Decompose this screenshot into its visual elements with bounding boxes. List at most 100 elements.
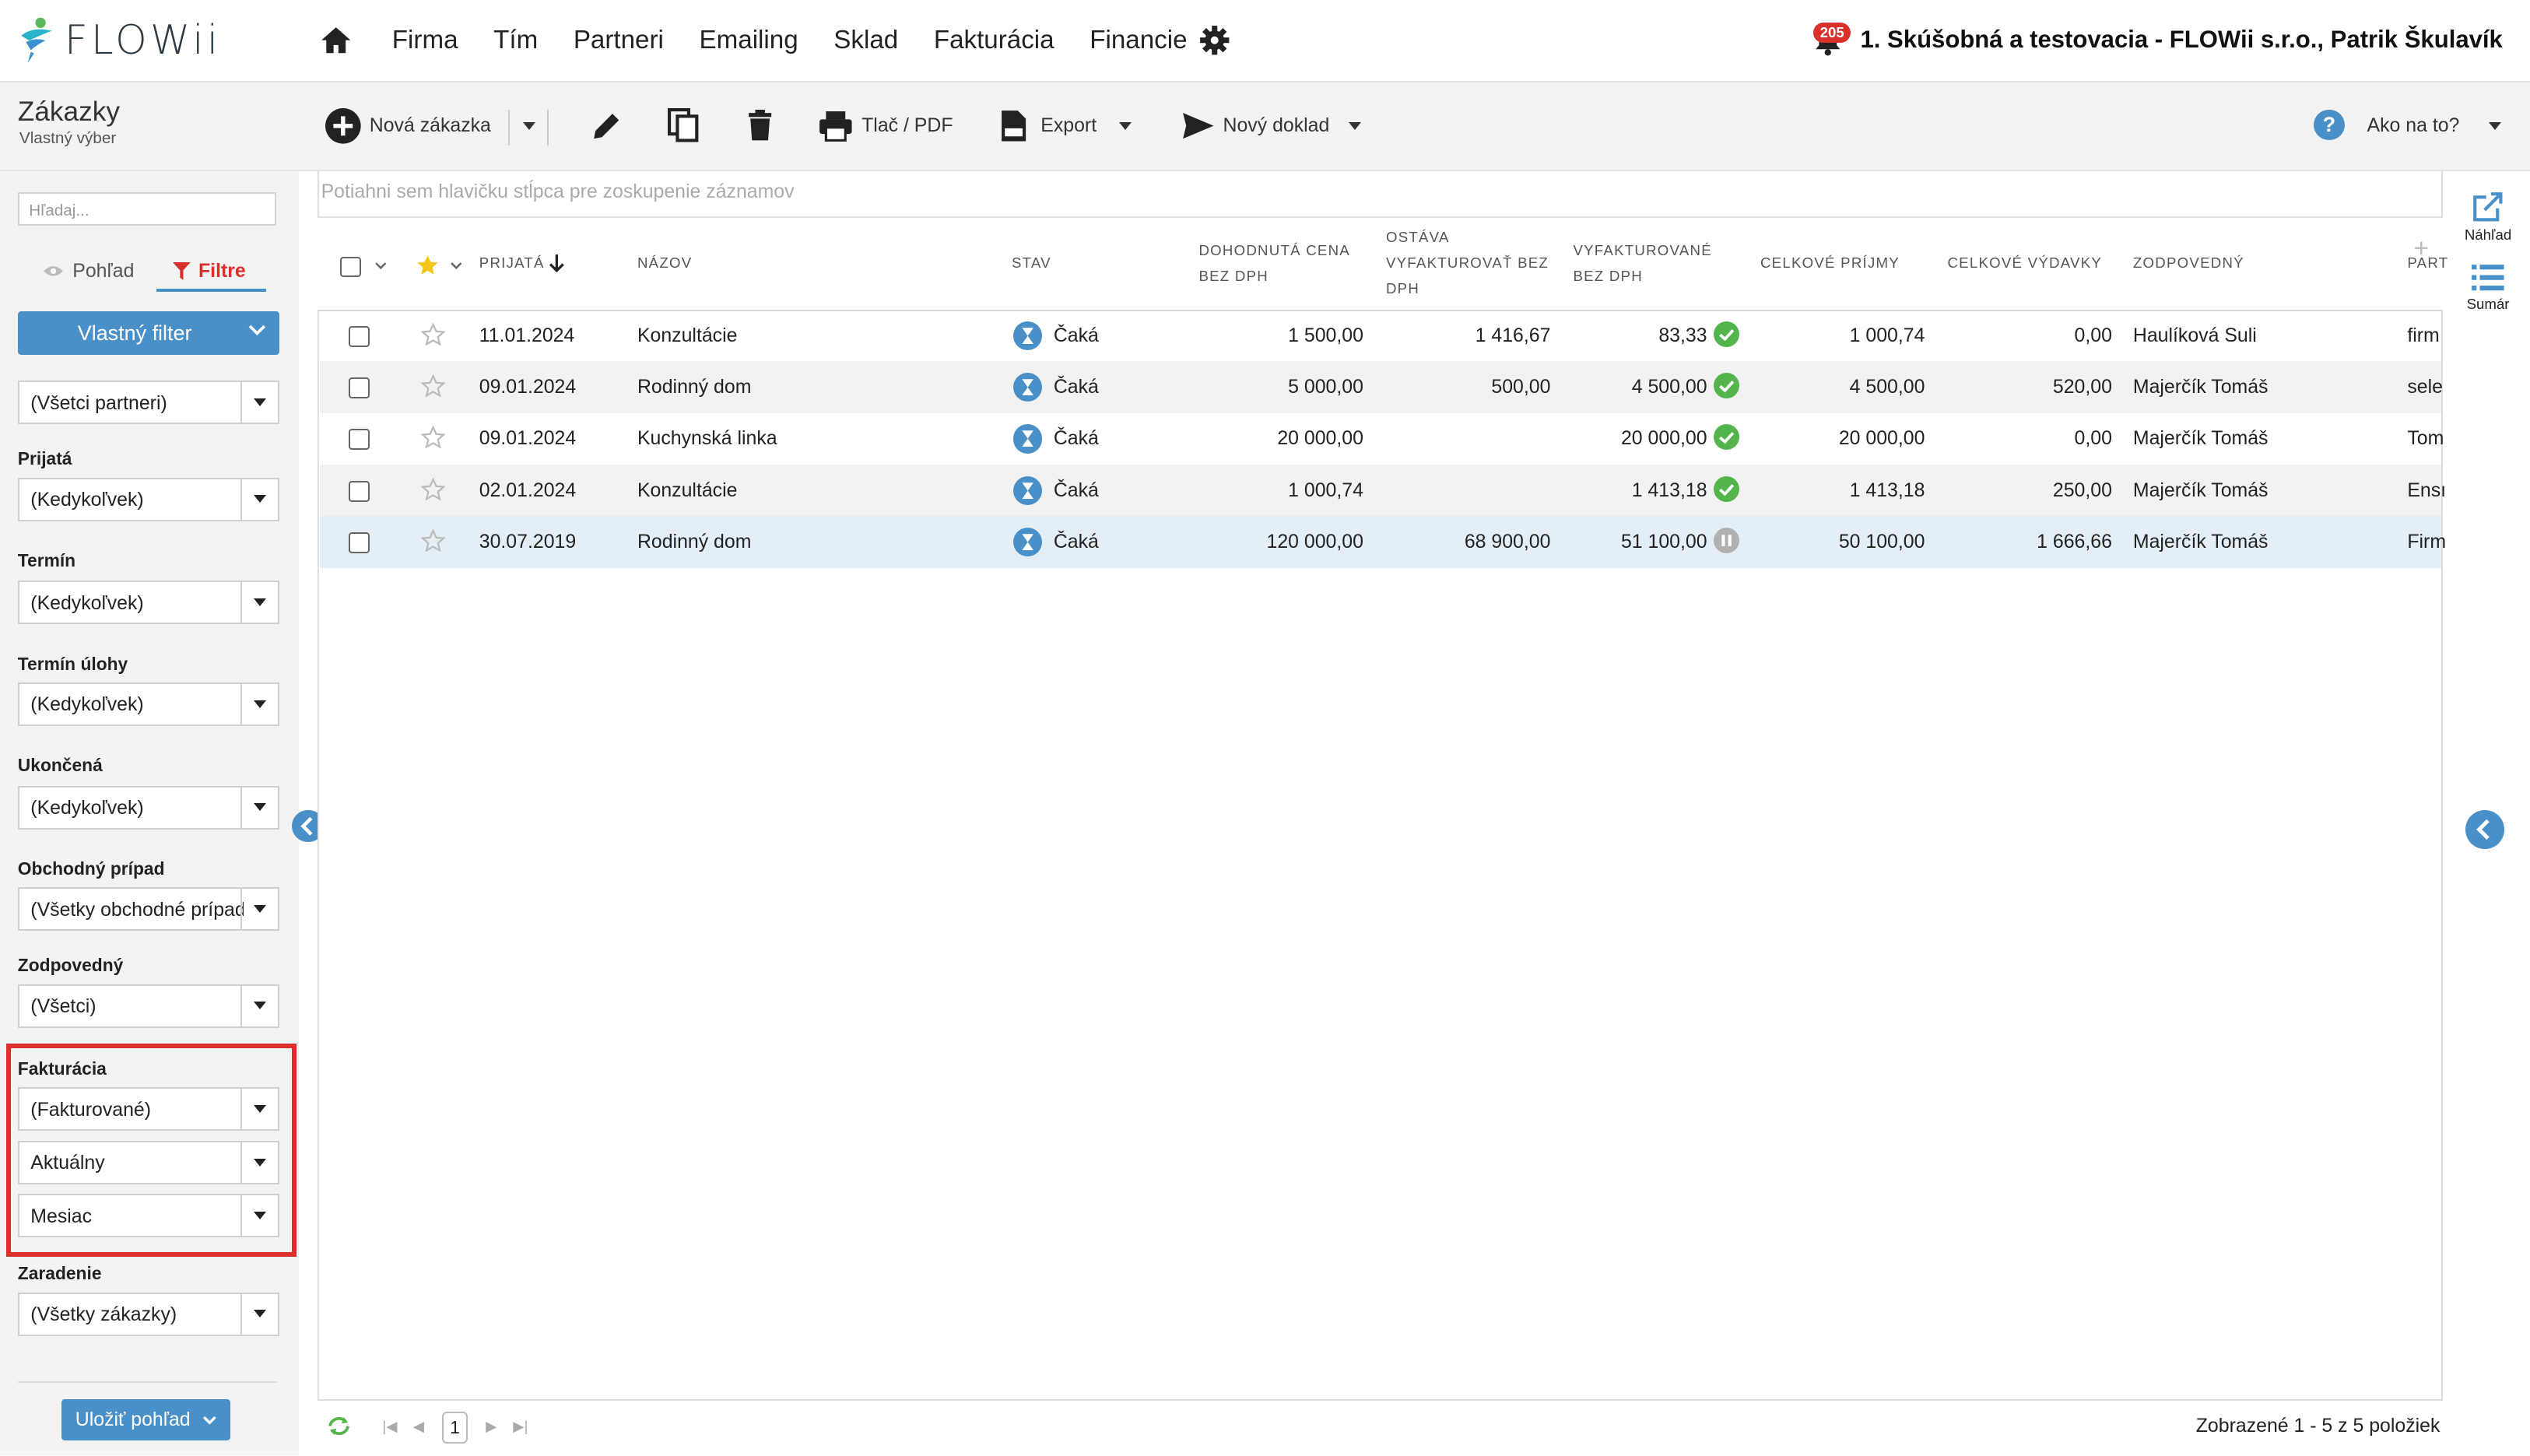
sidebar-search-input[interactable]: Hľadaj... xyxy=(17,191,276,226)
edit-button[interactable] xyxy=(591,105,623,147)
nav-item-financie[interactable]: Financie xyxy=(1090,26,1187,55)
finished-select[interactable]: (Kedykoľvek) xyxy=(17,785,279,830)
column-header-remaining[interactable]: Ostáva vyfakturovať bez DPH xyxy=(1386,224,1549,302)
print-pdf-label: Tlač / PDF xyxy=(861,114,953,137)
column-header-expenses[interactable]: Celkové výdavky xyxy=(1947,250,2102,275)
dropdown-arrow-icon[interactable] xyxy=(240,684,278,724)
new-document-button[interactable]: Nový doklad xyxy=(1181,105,1362,147)
select-all-checkbox[interactable] xyxy=(340,256,362,278)
page-number-input[interactable]: 1 xyxy=(442,1412,468,1444)
delete-button[interactable] xyxy=(746,105,774,147)
dropdown-arrow-icon[interactable] xyxy=(240,889,278,930)
row-checkbox[interactable] xyxy=(348,429,370,451)
dropdown-arrow-icon[interactable] xyxy=(240,582,278,623)
deadline-select[interactable]: (Kedykoľvek) xyxy=(17,581,279,625)
sort-desc-icon[interactable] xyxy=(549,253,565,274)
copy-button[interactable] xyxy=(668,105,700,147)
home-icon[interactable] xyxy=(320,26,352,54)
table-row[interactable]: 11.01.2024 Konzultácie Čaká 1 500,00 1 4… xyxy=(320,310,2441,361)
tab-view[interactable]: Pohľad xyxy=(42,260,134,282)
prev-page-icon[interactable]: ◀ xyxy=(413,1418,424,1435)
custom-filter-button[interactable]: Vlastný filter xyxy=(17,311,279,356)
nav-item-fakturacia[interactable]: Fakturácia xyxy=(934,26,1054,55)
filter-label-task-deadline: Termín úlohy xyxy=(17,653,128,674)
logo-text: FLOWii xyxy=(64,16,222,64)
group-by-hint[interactable]: Potiahni sem hlavičku stĺpca pre zoskupe… xyxy=(321,181,795,203)
plus-circle-icon xyxy=(325,107,361,144)
nav-item-emailing[interactable]: Emailing xyxy=(700,26,798,55)
column-header-responsible[interactable]: Zodpovedný xyxy=(2133,250,2244,275)
dropdown-arrow-icon[interactable] xyxy=(240,787,278,828)
dropdown-arrow-icon[interactable] xyxy=(240,985,278,1026)
new-order-dropdown[interactable] xyxy=(516,105,535,147)
column-header-remaining-line3: DPH xyxy=(1385,280,1420,297)
star-outline-icon[interactable] xyxy=(421,529,446,553)
dropdown-arrow-icon[interactable] xyxy=(240,1293,278,1335)
print-pdf-button[interactable]: Tlač / PDF xyxy=(818,105,953,147)
row-checkbox[interactable] xyxy=(348,377,370,398)
last-page-icon[interactable]: ▶| xyxy=(513,1418,528,1435)
add-column-icon[interactable]: + xyxy=(2414,234,2429,264)
partners-select[interactable]: (Všetci partneri) xyxy=(17,381,279,425)
dropdown-arrow-icon[interactable] xyxy=(240,479,278,520)
filter-label-finished: Ukončená xyxy=(17,755,103,776)
notification-badge[interactable]: 205 xyxy=(1813,23,1851,44)
column-header-invoiced[interactable]: Vyfakturované bez DPH xyxy=(1573,237,1711,289)
task-deadline-select[interactable]: (Kedykoľvek) xyxy=(17,682,279,726)
column-header-status[interactable]: Stav xyxy=(1012,250,1051,275)
tab-filters[interactable]: Filtre xyxy=(172,260,246,282)
filter-label-responsible: Zodpovedný xyxy=(17,955,124,976)
nav-item-sklad[interactable]: Sklad xyxy=(833,26,898,55)
summary-button[interactable]: Sumár xyxy=(2456,263,2521,313)
next-page-icon[interactable]: ▶ xyxy=(486,1418,497,1435)
preview-button[interactable]: Náhľad xyxy=(2456,191,2521,244)
responsible-select[interactable]: (Všetci) xyxy=(17,984,279,1028)
partners-select-value: (Všetci partneri) xyxy=(30,391,167,414)
row-checkbox[interactable] xyxy=(348,480,370,502)
chevron-down-icon[interactable] xyxy=(450,261,463,269)
nav-item-partneri[interactable]: Partneri xyxy=(574,26,664,55)
cell-name: Kuchynská linka xyxy=(637,427,777,450)
help-link[interactable]: Ako na to? xyxy=(2367,105,2501,147)
flowii-logo[interactable]: FLOWii xyxy=(16,12,222,70)
row-checkbox[interactable] xyxy=(348,532,370,553)
table-row[interactable]: 09.01.2024 Rodinný dom Čaká 5 000,00 500… xyxy=(319,361,2443,413)
star-outline-icon[interactable] xyxy=(421,374,446,397)
dropdown-arrow-icon[interactable] xyxy=(240,382,278,423)
row-checkbox[interactable] xyxy=(348,325,370,347)
help-icon[interactable]: ? xyxy=(2314,109,2345,141)
grid-header: Prijatá Názov Stav Dohodnutá cena bez DP… xyxy=(318,216,2448,311)
chevron-down-icon[interactable] xyxy=(374,261,388,269)
save-view-button[interactable]: Uložiť pohľad xyxy=(61,1398,231,1441)
list-icon xyxy=(2472,265,2504,291)
column-header-agreed-price[interactable]: Dohodnutá cena bez DPH xyxy=(1198,237,1350,289)
star-outline-icon[interactable] xyxy=(421,322,446,346)
assignment-select[interactable]: (Všetky zákazky) xyxy=(17,1292,279,1336)
cell-received: 30.07.2019 xyxy=(479,531,577,553)
business-case-select[interactable]: (Všetky obchodné prípady) xyxy=(17,887,279,931)
company-user-label[interactable]: 1. Skúšobná a testovacia - FLOWii s.r.o.… xyxy=(1861,26,2503,54)
refresh-icon[interactable] xyxy=(326,1415,352,1437)
star-outline-icon[interactable] xyxy=(421,426,446,449)
gear-icon[interactable] xyxy=(1198,24,1230,56)
nav-item-firma[interactable]: Firma xyxy=(392,26,458,55)
xls-file-icon xyxy=(1002,110,1026,142)
table-row[interactable]: 09.01.2024 Kuchynská linka Čaká 20 000,0… xyxy=(320,413,2444,465)
column-header-received[interactable]: Prijatá xyxy=(479,250,545,275)
column-header-name[interactable]: Názov xyxy=(637,250,692,275)
new-order-button[interactable]: Nová zákazka xyxy=(325,105,491,147)
cell-income: 50 100,00 xyxy=(1838,531,1925,553)
first-page-icon[interactable]: |◀ xyxy=(382,1418,397,1435)
collapse-right-panel-button[interactable] xyxy=(2465,809,2504,849)
export-button[interactable]: Export xyxy=(1000,105,1132,147)
table-row[interactable]: 30.07.2019 Rodinný dom Čaká 120 000,00 6… xyxy=(319,516,2446,568)
star-filled-icon[interactable] xyxy=(416,254,439,275)
received-select[interactable]: (Kedykoľvek) xyxy=(17,477,279,521)
column-header-income[interactable]: Celkové príjmy xyxy=(1760,250,1900,275)
cell-responsible: Majerčík Tomáš xyxy=(2132,427,2269,450)
star-outline-icon[interactable] xyxy=(421,477,446,500)
send-icon xyxy=(1182,113,1214,139)
table-row[interactable]: 02.01.2024 Konzultácie Čaká 1 000,74 1 4… xyxy=(319,465,2446,517)
nav-item-tim[interactable]: Tím xyxy=(493,26,538,55)
cell-expenses: 0,00 xyxy=(2074,324,2112,346)
